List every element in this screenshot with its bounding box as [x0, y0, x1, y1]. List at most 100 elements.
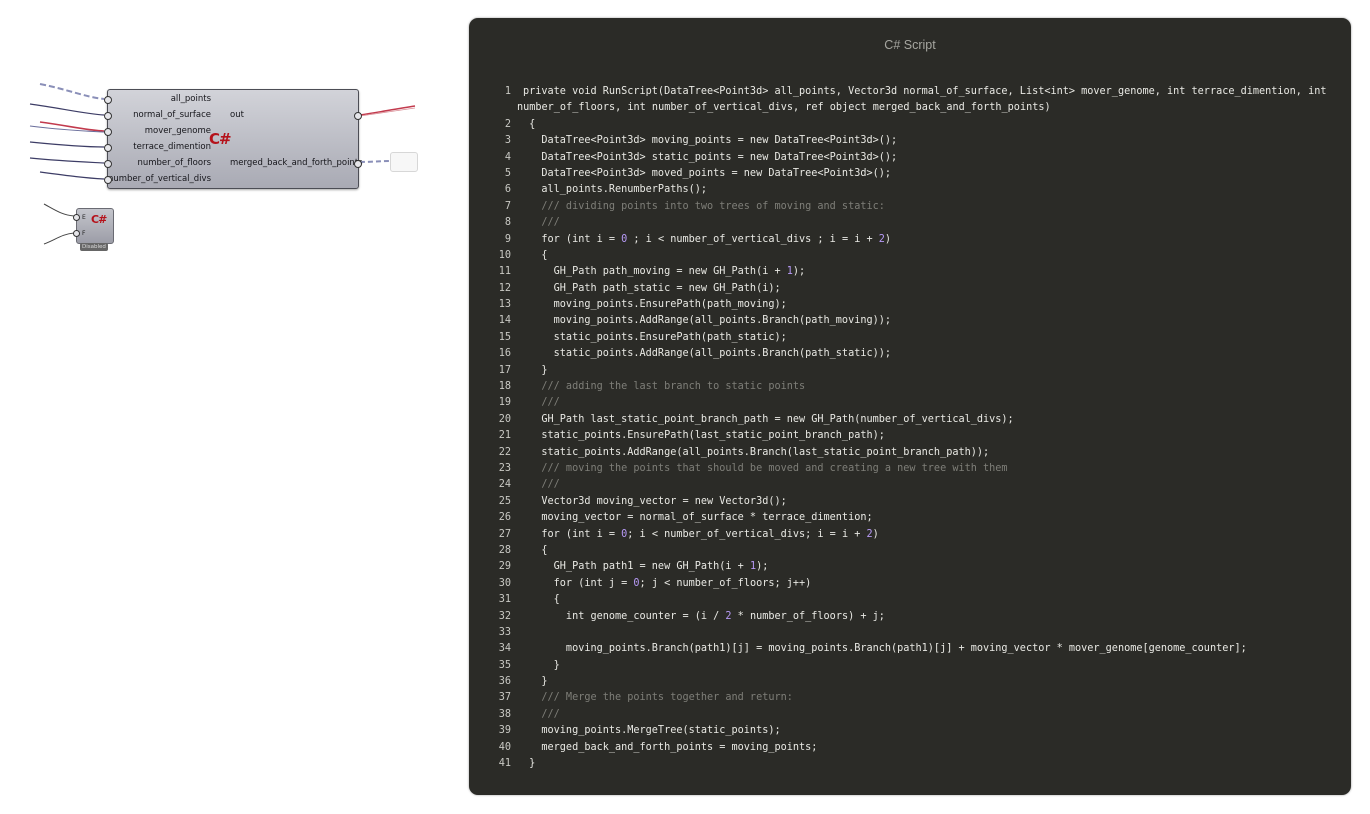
code-line[interactable]: 7 /// dividing points into two trees of …	[469, 199, 1351, 215]
code-text[interactable]: private void RunScript(DataTree<Point3d>…	[523, 84, 1326, 100]
code-text[interactable]: {	[523, 117, 535, 133]
code-text[interactable]: {	[523, 248, 547, 264]
input-param-label[interactable]: mover_genome	[145, 126, 211, 136]
input-grip[interactable]	[104, 144, 112, 152]
code-line[interactable]: 18 /// adding the last branch to static …	[469, 379, 1351, 395]
code-text[interactable]: GH_Path last_static_point_branch_path = …	[523, 412, 1013, 428]
code-line[interactable]: 41 }	[469, 756, 1351, 772]
code-line[interactable]: 31 {	[469, 592, 1351, 608]
code-text[interactable]: merged_back_and_forth_points = moving_po…	[523, 740, 817, 756]
input-grip[interactable]	[73, 214, 80, 221]
code-text[interactable]: ///	[523, 395, 559, 411]
code-line[interactable]: 40 merged_back_and_forth_points = moving…	[469, 740, 1351, 756]
code-line[interactable]: 13 moving_points.EnsurePath(path_moving)…	[469, 297, 1351, 313]
code-text[interactable]: GH_Path path_moving = new GH_Path(i + 1)…	[523, 264, 806, 280]
code-line[interactable]: 34 moving_points.Branch(path1)[j] = movi…	[469, 641, 1351, 657]
code-text[interactable]: static_points.AddRange(all_points.Branch…	[523, 346, 891, 362]
code-line[interactable]: 17 }	[469, 363, 1351, 379]
code-line[interactable]: 11 GH_Path path_moving = new GH_Path(i +…	[469, 264, 1351, 280]
code-line[interactable]: 6 all_points.RenumberPaths();	[469, 182, 1351, 198]
code-text[interactable]: GH_Path path_static = new GH_Path(i);	[523, 281, 781, 297]
code-text[interactable]: ///	[523, 707, 559, 723]
code-text[interactable]: /// Merge the points together and return…	[523, 690, 792, 706]
code-text[interactable]: all_points.RenumberPaths();	[523, 182, 707, 198]
code-line[interactable]: 36 }	[469, 674, 1351, 690]
code-text[interactable]: DataTree<Point3d> static_points = new Da…	[523, 150, 897, 166]
code-line[interactable]: 23 /// moving the points that should be …	[469, 461, 1351, 477]
code-text[interactable]: Vector3d moving_vector = new Vector3d();	[523, 494, 786, 510]
input-param-label[interactable]: normal_of_surface	[133, 110, 211, 120]
code-line[interactable]: 32 int genome_counter = (i / 2 * number_…	[469, 609, 1351, 625]
code-area[interactable]: 1 private void RunScript(DataTree<Point3d…	[469, 84, 1351, 772]
code-line[interactable]: 1 private void RunScript(DataTree<Point3d…	[469, 84, 1351, 117]
code-line[interactable]: 24 ///	[469, 477, 1351, 493]
code-text[interactable]: for (int i = 0 ; i < number_of_vertical_…	[523, 232, 891, 248]
code-text[interactable]: moving_vector = normal_of_surface * terr…	[523, 510, 872, 526]
code-line[interactable]: 9 for (int i = 0 ; i < number_of_vertica…	[469, 232, 1351, 248]
ghost-param-component[interactable]	[390, 152, 418, 172]
code-line[interactable]: 28 {	[469, 543, 1351, 559]
csharp-script-component[interactable]: all_points normal_of_surface mover_genom…	[104, 89, 363, 189]
code-line[interactable]: 21 static_points.EnsurePath(last_static_…	[469, 428, 1351, 444]
input-grip[interactable]	[104, 176, 112, 184]
output-grip[interactable]	[354, 112, 362, 120]
input-grip[interactable]	[104, 96, 112, 104]
code-text[interactable]: ///	[523, 215, 559, 231]
code-text[interactable]: for (int i = 0; i < number_of_vertical_d…	[523, 527, 878, 543]
input-param-label[interactable]: number_of_vertical_divs	[108, 174, 211, 184]
input-param-label[interactable]: terrace_dimention	[133, 142, 211, 152]
output-param-label[interactable]: out	[230, 110, 244, 120]
code-text[interactable]: /// moving the points that should be mov…	[523, 461, 1007, 477]
code-text[interactable]: GH_Path path1 = new GH_Path(i + 1);	[523, 559, 769, 575]
code-line[interactable]: 19 ///	[469, 395, 1351, 411]
input-param-label[interactable]: all_points	[171, 94, 211, 104]
input-grip[interactable]	[104, 112, 112, 120]
code-text[interactable]: DataTree<Point3d> moving_points = new Da…	[523, 133, 897, 149]
code-text[interactable]: /// adding the last branch to static poi…	[523, 379, 805, 395]
code-text[interactable]: moving_points.EnsurePath(path_moving);	[523, 297, 787, 313]
code-text[interactable]: }	[523, 756, 535, 772]
code-line[interactable]: 14 moving_points.AddRange(all_points.Bra…	[469, 313, 1351, 329]
code-text[interactable]: /// dividing points into two trees of mo…	[523, 199, 884, 215]
code-line[interactable]: 8 ///	[469, 215, 1351, 231]
output-param-label[interactable]: merged_back_and_forth_points	[230, 158, 363, 168]
code-line[interactable]: 10 {	[469, 248, 1351, 264]
code-text[interactable]: static_points.EnsurePath(last_static_poi…	[523, 428, 884, 444]
code-text[interactable]: }	[523, 363, 547, 379]
code-line[interactable]: 15 static_points.EnsurePath(path_static)…	[469, 330, 1351, 346]
input-grip[interactable]	[73, 230, 80, 237]
code-text[interactable]: moving_points.Branch(path1)[j] = moving_…	[523, 641, 1247, 657]
code-line[interactable]: 12 GH_Path path_static = new GH_Path(i);	[469, 281, 1351, 297]
code-line[interactable]: 25 Vector3d moving_vector = new Vector3d…	[469, 494, 1351, 510]
code-line[interactable]: 29 GH_Path path1 = new GH_Path(i + 1);	[469, 559, 1351, 575]
code-line[interactable]: 27 for (int i = 0; i < number_of_vertica…	[469, 527, 1351, 543]
code-line[interactable]: 33	[469, 625, 1351, 641]
code-line[interactable]: 37 /// Merge the points together and ret…	[469, 690, 1351, 706]
input-grip[interactable]	[104, 160, 112, 168]
code-text[interactable]: }	[523, 658, 560, 674]
code-line[interactable]: 22 static_points.AddRange(all_points.Bra…	[469, 445, 1351, 461]
code-line[interactable]: 2 {	[469, 117, 1351, 133]
code-line[interactable]: 38 ///	[469, 707, 1351, 723]
code-text[interactable]: moving_points.MergeTree(static_points);	[523, 723, 780, 739]
disabled-csharp-component[interactable]: E F C#	[73, 208, 114, 244]
code-line[interactable]: 35 }	[469, 658, 1351, 674]
code-line[interactable]: 4 DataTree<Point3d> static_points = new …	[469, 150, 1351, 166]
code-text[interactable]: int genome_counter = (i / 2 * number_of_…	[523, 609, 885, 625]
code-line[interactable]: 20 GH_Path last_static_point_branch_path…	[469, 412, 1351, 428]
input-param-label[interactable]: number_of_floors	[137, 158, 211, 168]
input-grip[interactable]	[104, 128, 112, 136]
code-line[interactable]: 3 DataTree<Point3d> moving_points = new …	[469, 133, 1351, 149]
output-grip[interactable]	[354, 160, 362, 168]
code-text[interactable]: DataTree<Point3d> moved_points = new Dat…	[523, 166, 891, 182]
code-text-wrapped[interactable]: number_of_floors, int number_of_vertical…	[517, 100, 1051, 116]
code-line[interactable]: 39 moving_points.MergeTree(static_points…	[469, 723, 1351, 739]
code-text[interactable]: ///	[523, 477, 559, 493]
code-line[interactable]: 26 moving_vector = normal_of_surface * t…	[469, 510, 1351, 526]
code-text[interactable]: {	[523, 592, 560, 608]
code-text[interactable]: moving_points.AddRange(all_points.Branch…	[523, 313, 891, 329]
code-line[interactable]: 30 for (int j = 0; j < number_of_floors;…	[469, 576, 1351, 592]
code-text[interactable]: static_points.EnsurePath(path_static);	[523, 330, 787, 346]
code-text[interactable]: for (int j = 0; j < number_of_floors; j+…	[523, 576, 812, 592]
code-line[interactable]: 16 static_points.AddRange(all_points.Bra…	[469, 346, 1351, 362]
